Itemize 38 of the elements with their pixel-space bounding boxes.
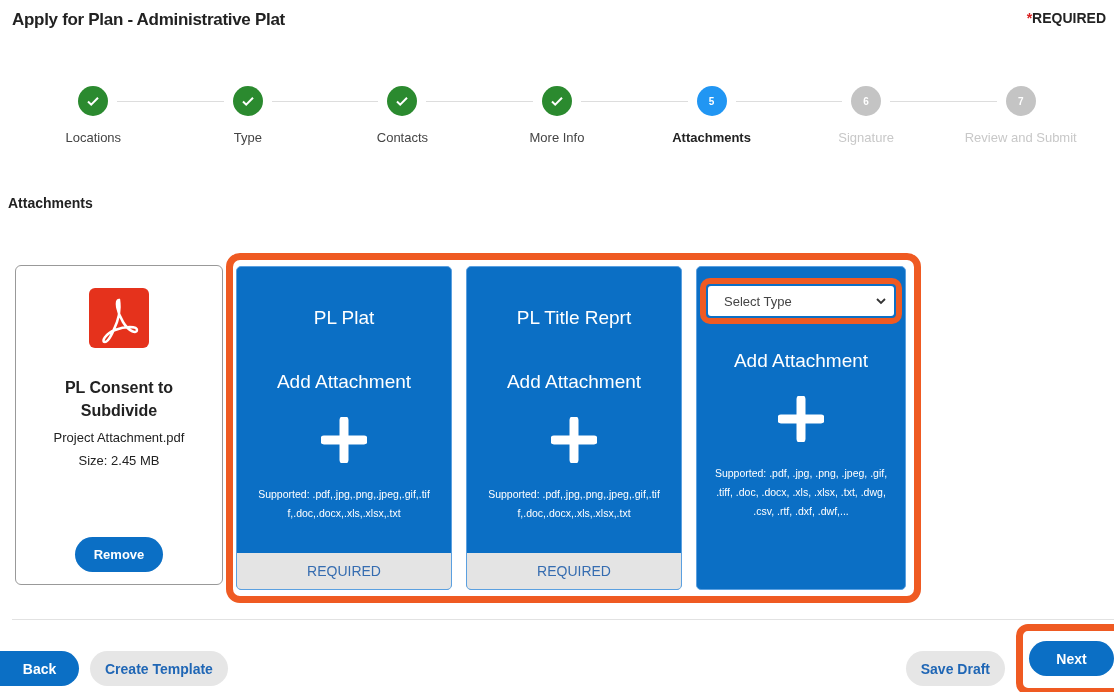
attachment-drop-card[interactable]: Select Type Add Attachment Supported: .pdf, .jpg, .png, .jpeg, .gif, .tiff, .doc, .docx, .xls, .xlsx, .txt, .dwg, .csv, .rtf, .dxf, .dwf,... xyxy=(696,266,906,590)
remove-button[interactable]: Remove xyxy=(75,537,163,572)
save-draft-button[interactable]: Save Draft xyxy=(905,651,1005,686)
next-button[interactable]: Next xyxy=(1029,641,1114,676)
create-template-button[interactable]: Create Template xyxy=(90,651,228,686)
add-attachment-label: Add Attachment xyxy=(276,371,412,393)
page-title: Apply for Plan - Administrative Plat xyxy=(12,10,285,30)
type-select[interactable]: Select Type xyxy=(708,286,894,316)
file-name: Project Attachment.pdf xyxy=(53,430,185,445)
add-attachment-label: Add Attachment xyxy=(506,371,642,393)
supported-formats: Supported: .pdf,.jpg,.png,.jpeg,.gif,.tiff,.doc,.docx,.xls,.xlsx,.txt xyxy=(257,487,431,521)
step-label[interactable]: Contacts xyxy=(376,130,429,145)
required-note: *REQUIRED xyxy=(1026,10,1106,28)
section-title: Attachments xyxy=(8,195,94,211)
plus-icon xyxy=(321,417,367,463)
step-label[interactable]: Type xyxy=(233,130,262,145)
required-label: REQUIRED xyxy=(237,553,451,589)
plus-icon xyxy=(778,396,824,442)
chevron-down-icon xyxy=(876,297,886,305)
step-indicator: 6 xyxy=(851,86,882,116)
plus-icon xyxy=(551,417,597,463)
pdf-file-icon xyxy=(89,288,149,348)
step-label[interactable]: Locations xyxy=(65,130,122,145)
attachment-drop-card[interactable]: PL Title Reprt Add Attachment Supported: .pdf,.jpg,.png,.jpeg,.gif,.tiff,.doc,.docx,.xls,.xlsx,.txt REQUIRED xyxy=(466,266,682,590)
back-button[interactable]: Back xyxy=(0,651,79,686)
attachment-drop-card[interactable]: PL Plat Add Attachment Supported: .pdf,.jpg,.png,.jpeg,.gif,.tiff,.doc,.docx,.xls,.xlsx,.txt REQUIRED xyxy=(236,266,452,590)
attachment-type: PL Plat xyxy=(313,307,375,329)
attachment-title: PL Consent to Subdivide xyxy=(63,378,175,421)
step-indicator: 7 xyxy=(1005,86,1036,116)
required-label: REQUIRED xyxy=(467,553,681,589)
supported-formats: Supported: .pdf,.jpg,.png,.jpeg,.gif,.tiff,.doc,.docx,.xls,.xlsx,.txt xyxy=(487,487,661,521)
step-label[interactable]: Attachments xyxy=(672,130,751,145)
attachment-type: PL Title Reprt xyxy=(516,307,632,329)
supported-formats: Supported: .pdf, .jpg, .png, .jpeg, .gif, .tiff, .doc, .docx, .xls, .xlsx, .txt, .dwg, .csv, .rtf, .dxf, .dwf,... xyxy=(713,466,889,519)
step-label[interactable]: More Info xyxy=(529,130,585,145)
step-indicator: 5 xyxy=(696,86,727,116)
add-attachment-label: Add Attachment xyxy=(733,350,869,372)
file-size: Size: 2.45 MB xyxy=(78,453,160,468)
